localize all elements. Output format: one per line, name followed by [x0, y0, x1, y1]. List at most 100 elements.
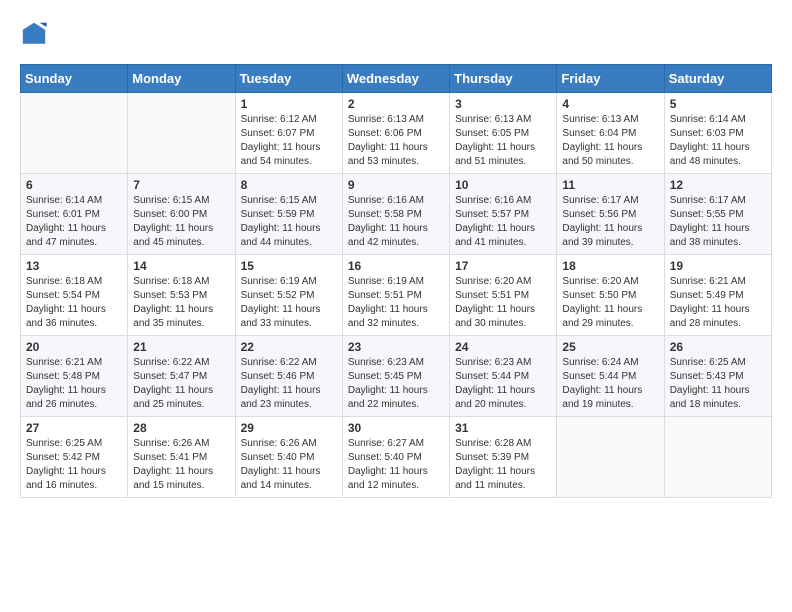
day-info: Sunrise: 6:13 AM Sunset: 6:04 PM Dayligh…	[562, 113, 658, 169]
day-info: Sunrise: 6:27 AM Sunset: 5:40 PM Dayligh…	[348, 437, 444, 493]
day-number: 26	[670, 340, 766, 354]
day-info: Sunrise: 6:14 AM Sunset: 6:03 PM Dayligh…	[670, 113, 766, 169]
calendar-cell: 24 Sunrise: 6:23 AM Sunset: 5:44 PM Dayli…	[450, 336, 557, 417]
day-number: 27	[26, 421, 122, 435]
day-info: Sunrise: 6:21 AM Sunset: 5:49 PM Dayligh…	[670, 275, 766, 331]
page-header	[20, 20, 772, 48]
day-info: Sunrise: 6:23 AM Sunset: 5:44 PM Dayligh…	[455, 356, 551, 412]
day-number: 13	[26, 259, 122, 273]
week-row-1: 1 Sunrise: 6:12 AM Sunset: 6:07 PM Daylig…	[21, 93, 772, 174]
calendar-cell: 18 Sunrise: 6:20 AM Sunset: 5:50 PM Dayli…	[557, 255, 664, 336]
day-number: 5	[670, 97, 766, 111]
weekday-tuesday: Tuesday	[235, 65, 342, 93]
calendar-cell: 15Sunrise: 6:19 AM Sunset: 5:52 PM Dayli…	[235, 255, 342, 336]
day-number: 7	[133, 178, 229, 192]
calendar-cell	[664, 417, 771, 498]
day-info: Sunrise: 6:21 AM Sunset: 5:48 PM Dayligh…	[26, 356, 122, 412]
day-number: 8	[241, 178, 337, 192]
day-number: 10	[455, 178, 551, 192]
calendar-cell: 7 Sunrise: 6:15 AM Sunset: 6:00 PM Daylig…	[128, 174, 235, 255]
calendar-cell	[557, 417, 664, 498]
day-number: 18	[562, 259, 658, 273]
logo-icon	[20, 20, 48, 48]
calendar-cell: 11 Sunrise: 6:17 AM Sunset: 5:56 PM Dayli…	[557, 174, 664, 255]
day-number: 28	[133, 421, 229, 435]
weekday-thursday: Thursday	[450, 65, 557, 93]
day-number: 1	[241, 97, 337, 111]
day-number: 12	[670, 178, 766, 192]
day-info: Sunrise: 6:28 AM Sunset: 5:39 PM Dayligh…	[455, 437, 551, 493]
day-info: Sunrise: 6:18 AM Sunset: 5:53 PM Dayligh…	[133, 275, 229, 331]
day-info: Sunrise: 6:12 AM Sunset: 6:07 PM Dayligh…	[241, 113, 337, 169]
day-info: Sunrise: 6:17 AM Sunset: 5:56 PM Dayligh…	[562, 194, 658, 250]
calendar-cell: 1 Sunrise: 6:12 AM Sunset: 6:07 PM Daylig…	[235, 93, 342, 174]
day-info: Sunrise: 6:25 AM Sunset: 5:42 PM Dayligh…	[26, 437, 122, 493]
week-row-3: 13 Sunrise: 6:18 AM Sunset: 5:54 PM Dayli…	[21, 255, 772, 336]
day-number: 9	[348, 178, 444, 192]
day-number: 24	[455, 340, 551, 354]
calendar-cell: 13 Sunrise: 6:18 AM Sunset: 5:54 PM Dayli…	[21, 255, 128, 336]
day-info: Sunrise: 6:19 AM Sunset: 5:52 PM Dayligh…	[241, 275, 337, 331]
day-info: Sunrise: 6:24 AM Sunset: 5:44 PM Dayligh…	[562, 356, 658, 412]
calendar-cell: 4Sunrise: 6:13 AM Sunset: 6:04 PM Daylig…	[557, 93, 664, 174]
day-number: 19	[670, 259, 766, 273]
calendar-cell: 9 Sunrise: 6:16 AM Sunset: 5:58 PM Daylig…	[342, 174, 449, 255]
day-number: 23	[348, 340, 444, 354]
weekday-header: SundayMondayTuesdayWednesdayThursdayFrid…	[21, 65, 772, 93]
logo	[20, 20, 52, 48]
day-info: Sunrise: 6:22 AM Sunset: 5:46 PM Dayligh…	[241, 356, 337, 412]
day-number: 3	[455, 97, 551, 111]
day-number: 21	[133, 340, 229, 354]
day-number: 20	[26, 340, 122, 354]
calendar: SundayMondayTuesdayWednesdayThursdayFrid…	[20, 64, 772, 498]
weekday-wednesday: Wednesday	[342, 65, 449, 93]
calendar-cell: 16Sunrise: 6:19 AM Sunset: 5:51 PM Dayli…	[342, 255, 449, 336]
calendar-cell: 5 Sunrise: 6:14 AM Sunset: 6:03 PM Daylig…	[664, 93, 771, 174]
calendar-cell: 12 Sunrise: 6:17 AM Sunset: 5:55 PM Dayli…	[664, 174, 771, 255]
calendar-cell: 27 Sunrise: 6:25 AM Sunset: 5:42 PM Dayli…	[21, 417, 128, 498]
day-info: Sunrise: 6:13 AM Sunset: 6:05 PM Dayligh…	[455, 113, 551, 169]
day-info: Sunrise: 6:14 AM Sunset: 6:01 PM Dayligh…	[26, 194, 122, 250]
day-info: Sunrise: 6:26 AM Sunset: 5:41 PM Dayligh…	[133, 437, 229, 493]
day-number: 16	[348, 259, 444, 273]
day-number: 31	[455, 421, 551, 435]
week-row-4: 20 Sunrise: 6:21 AM Sunset: 5:48 PM Dayli…	[21, 336, 772, 417]
day-number: 25	[562, 340, 658, 354]
calendar-cell: 21Sunrise: 6:22 AM Sunset: 5:47 PM Dayli…	[128, 336, 235, 417]
day-info: Sunrise: 6:16 AM Sunset: 5:57 PM Dayligh…	[455, 194, 551, 250]
weekday-saturday: Saturday	[664, 65, 771, 93]
day-number: 17	[455, 259, 551, 273]
day-number: 30	[348, 421, 444, 435]
calendar-cell: 22 Sunrise: 6:22 AM Sunset: 5:46 PM Dayli…	[235, 336, 342, 417]
day-info: Sunrise: 6:15 AM Sunset: 6:00 PM Dayligh…	[133, 194, 229, 250]
day-info: Sunrise: 6:18 AM Sunset: 5:54 PM Dayligh…	[26, 275, 122, 331]
day-info: Sunrise: 6:15 AM Sunset: 5:59 PM Dayligh…	[241, 194, 337, 250]
calendar-cell: 28 Sunrise: 6:26 AM Sunset: 5:41 PM Dayli…	[128, 417, 235, 498]
calendar-body: 1 Sunrise: 6:12 AM Sunset: 6:07 PM Daylig…	[21, 93, 772, 498]
calendar-cell	[21, 93, 128, 174]
calendar-cell: 25 Sunrise: 6:24 AM Sunset: 5:44 PM Dayli…	[557, 336, 664, 417]
calendar-cell: 31 Sunrise: 6:28 AM Sunset: 5:39 PM Dayli…	[450, 417, 557, 498]
day-info: Sunrise: 6:17 AM Sunset: 5:55 PM Dayligh…	[670, 194, 766, 250]
calendar-cell: 10 Sunrise: 6:16 AM Sunset: 5:57 PM Dayli…	[450, 174, 557, 255]
calendar-cell: 19 Sunrise: 6:21 AM Sunset: 5:49 PM Dayli…	[664, 255, 771, 336]
day-number: 14	[133, 259, 229, 273]
day-info: Sunrise: 6:13 AM Sunset: 6:06 PM Dayligh…	[348, 113, 444, 169]
calendar-cell: 26Sunrise: 6:25 AM Sunset: 5:43 PM Dayli…	[664, 336, 771, 417]
calendar-cell: 23 Sunrise: 6:23 AM Sunset: 5:45 PM Dayli…	[342, 336, 449, 417]
calendar-cell: 30 Sunrise: 6:27 AM Sunset: 5:40 PM Dayli…	[342, 417, 449, 498]
calendar-cell: 8 Sunrise: 6:15 AM Sunset: 5:59 PM Daylig…	[235, 174, 342, 255]
day-number: 22	[241, 340, 337, 354]
day-info: Sunrise: 6:16 AM Sunset: 5:58 PM Dayligh…	[348, 194, 444, 250]
weekday-friday: Friday	[557, 65, 664, 93]
week-row-5: 27 Sunrise: 6:25 AM Sunset: 5:42 PM Dayli…	[21, 417, 772, 498]
day-info: Sunrise: 6:23 AM Sunset: 5:45 PM Dayligh…	[348, 356, 444, 412]
day-info: Sunrise: 6:20 AM Sunset: 5:50 PM Dayligh…	[562, 275, 658, 331]
weekday-monday: Monday	[128, 65, 235, 93]
week-row-2: 6Sunrise: 6:14 AM Sunset: 6:01 PM Daylig…	[21, 174, 772, 255]
calendar-cell: 14 Sunrise: 6:18 AM Sunset: 5:53 PM Dayli…	[128, 255, 235, 336]
calendar-cell: 3 Sunrise: 6:13 AM Sunset: 6:05 PM Daylig…	[450, 93, 557, 174]
calendar-cell: 20 Sunrise: 6:21 AM Sunset: 5:48 PM Dayli…	[21, 336, 128, 417]
day-number: 11	[562, 178, 658, 192]
day-number: 29	[241, 421, 337, 435]
